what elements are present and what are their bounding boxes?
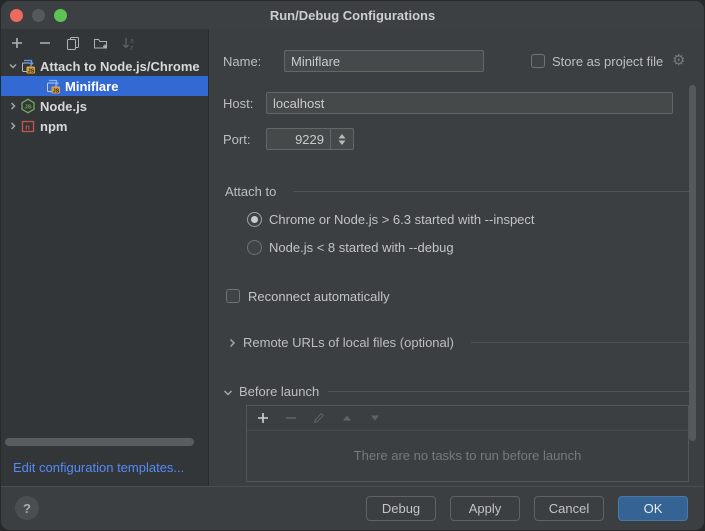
radio-nodejs-debug[interactable] (247, 240, 262, 255)
tree-item-nodejs[interactable]: JS Node.js (1, 96, 208, 116)
port-label: Port: (223, 132, 250, 147)
run-debug-configurations-dialog: Run/Debug Configurations az (0, 0, 705, 531)
before-launch-section-title[interactable]: Before launch (239, 384, 319, 399)
host-input[interactable] (266, 92, 673, 114)
copy-icon[interactable] (65, 35, 81, 51)
attach-to-section-title: Attach to (225, 184, 276, 199)
add-icon[interactable] (255, 410, 271, 426)
move-up-icon[interactable] (339, 410, 355, 426)
edit-icon[interactable] (311, 410, 327, 426)
tree-item-label: Node.js (40, 99, 87, 114)
configurations-tree: JS Attach to Node.js/Chrome JS Miniflare… (1, 56, 208, 136)
svg-text:z: z (130, 45, 133, 52)
tree-item-label: npm (40, 119, 67, 134)
store-as-project-file-label: Store as project file (552, 54, 663, 69)
port-input[interactable] (267, 129, 330, 149)
tree-item-miniflare[interactable]: JS Miniflare (1, 76, 208, 96)
radio-label-debug: Node.js < 8 started with --debug (269, 240, 454, 255)
footer-buttons: Debug Apply Cancel OK (366, 496, 688, 521)
tree-item-attach-group[interactable]: JS Attach to Node.js/Chrome (1, 56, 208, 76)
before-launch-toolbar (247, 406, 688, 431)
remove-icon[interactable] (283, 410, 299, 426)
attach-nodejs-chrome-icon: JS (45, 78, 61, 94)
debug-button[interactable]: Debug (366, 496, 436, 521)
apply-button[interactable]: Apply (450, 496, 520, 521)
help-icon[interactable]: ? (15, 496, 39, 520)
svg-text:JS: JS (28, 68, 35, 74)
host-label: Host: (223, 96, 253, 111)
svg-text:JS: JS (25, 105, 32, 111)
radio-label-inspect: Chrome or Node.js > 6.3 started with --i… (269, 212, 535, 227)
new-folder-icon[interactable] (93, 35, 109, 51)
svg-text:a: a (130, 38, 134, 45)
name-input[interactable] (284, 50, 484, 72)
tree-item-label: Miniflare (65, 79, 118, 94)
chevron-down-icon[interactable] (223, 388, 233, 398)
chevron-right-icon[interactable] (6, 101, 20, 111)
section-divider (328, 391, 689, 392)
gear-icon[interactable]: ⚙ (672, 53, 685, 68)
move-down-icon[interactable] (367, 410, 383, 426)
remote-urls-section-title[interactable]: Remote URLs of local files (optional) (243, 335, 454, 350)
port-spinner-arrows (330, 129, 353, 149)
tree-item-npm[interactable]: n npm (1, 116, 208, 136)
content-vertical-scrollbar[interactable] (689, 85, 696, 441)
section-divider (471, 342, 689, 343)
section-divider (293, 191, 689, 192)
reconnect-automatically-checkbox[interactable] (226, 289, 240, 303)
before-launch-panel: There are no tasks to run before launch (246, 405, 689, 482)
dialog-footer: ? Debug Apply Cancel OK (1, 486, 704, 530)
sidebar-toolbar: az (9, 34, 137, 52)
svg-text:n: n (25, 123, 30, 132)
spinner-down-icon[interactable] (338, 140, 346, 145)
sidebar-horizontal-scrollbar[interactable] (5, 438, 194, 446)
attach-nodejs-chrome-icon: JS (20, 58, 36, 74)
edit-configuration-templates-link[interactable]: Edit configuration templates... (13, 460, 184, 475)
spinner-up-icon[interactable] (338, 134, 346, 139)
npm-icon: n (20, 118, 36, 134)
dialog-title: Run/Debug Configurations (1, 8, 704, 23)
sort-alphabetically-icon[interactable]: az (121, 35, 137, 51)
title-bar: Run/Debug Configurations (1, 1, 704, 29)
port-stepper (266, 128, 354, 150)
add-icon[interactable] (9, 35, 25, 51)
store-as-project-file-checkbox[interactable] (531, 54, 545, 68)
svg-text:JS: JS (53, 88, 60, 94)
reconnect-automatically-label: Reconnect automatically (248, 289, 390, 304)
chevron-down-icon[interactable] (6, 61, 20, 71)
name-label: Name: (223, 54, 261, 69)
chevron-right-icon[interactable] (227, 338, 237, 348)
ok-button[interactable]: OK (618, 496, 688, 521)
nodejs-icon: JS (20, 98, 36, 114)
chevron-right-icon[interactable] (6, 121, 20, 131)
before-launch-empty-text: There are no tasks to run before launch (247, 448, 688, 463)
tree-item-label: Attach to Node.js/Chrome (40, 59, 200, 74)
configurations-sidebar: az JS Attach to Node.js/Chrome JS Minifl… (1, 29, 209, 486)
remove-icon[interactable] (37, 35, 53, 51)
radio-chrome-or-nodejs-inspect[interactable] (247, 212, 262, 227)
cancel-button[interactable]: Cancel (534, 496, 604, 521)
